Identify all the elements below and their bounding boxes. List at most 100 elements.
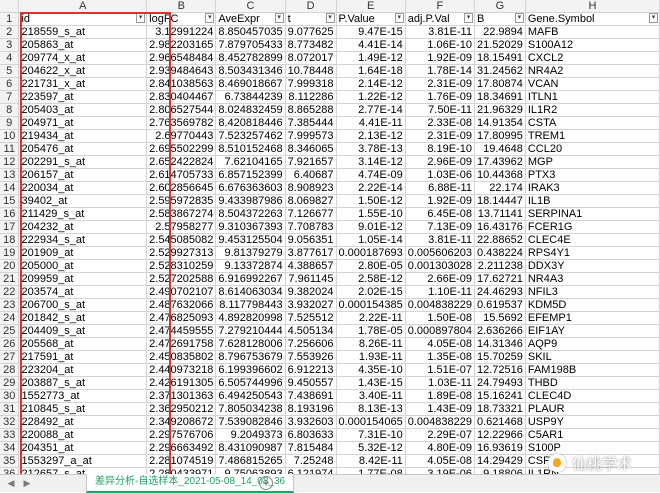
cell[interactable]: 8.112286 — [285, 90, 337, 104]
cell[interactable]: CSTA — [525, 116, 660, 130]
cell[interactable]: 7.31E-10 — [336, 428, 406, 442]
cell[interactable]: 39402_at — [18, 194, 148, 208]
filter-dropdown-icon[interactable]: ▾ — [649, 13, 658, 23]
cell[interactable]: 15.5692 — [474, 311, 526, 325]
cell[interactable]: 7.50E-11 — [405, 103, 475, 117]
row-number[interactable]: 4 — [0, 51, 20, 65]
cell[interactable]: 8.452782899 — [215, 51, 286, 65]
row-number[interactable]: 1 — [0, 12, 20, 26]
cell[interactable]: 4.892820998 — [215, 311, 286, 325]
cell[interactable]: 206157_at — [18, 168, 148, 182]
cell[interactable]: 1.43E-09 — [405, 402, 475, 416]
cell[interactable]: NR4A2 — [525, 64, 660, 78]
cell[interactable]: AQP9 — [525, 337, 660, 351]
row-number[interactable]: 29 — [0, 376, 20, 390]
cell[interactable]: 0.000154065 — [336, 415, 406, 429]
row-number[interactable]: 28 — [0, 363, 20, 377]
cell[interactable]: 9.310367393 — [215, 220, 286, 234]
cell[interactable]: 0.438224 — [474, 246, 526, 260]
cell[interactable]: 15.70259 — [474, 350, 526, 364]
column-header-f[interactable]: F — [405, 0, 475, 13]
cell[interactable]: 1.03E-11 — [405, 376, 475, 390]
cell[interactable]: 2.29E-07 — [405, 428, 475, 442]
row-number[interactable]: 24 — [0, 311, 20, 325]
cell[interactable]: 15.16241 — [474, 389, 526, 403]
cell[interactable]: 14.91354 — [474, 116, 526, 130]
header-cell[interactable]: P.Value ▾ — [336, 12, 406, 26]
cell[interactable]: 7.999573 — [285, 129, 337, 143]
cell[interactable]: 18.15491 — [474, 51, 526, 65]
row-number[interactable]: 9 — [0, 116, 20, 130]
cell[interactable]: 19.4648 — [474, 142, 526, 156]
cell[interactable]: 2.02E-15 — [336, 285, 406, 299]
cell[interactable]: 206700_s_at — [18, 298, 148, 312]
cell[interactable]: 2.211238 — [474, 259, 526, 273]
row-number[interactable]: 19 — [0, 246, 20, 260]
cell[interactable]: 0.621468 — [474, 415, 526, 429]
cell[interactable]: C5AR1 — [525, 428, 660, 442]
cell[interactable]: 3.12991224 — [146, 25, 217, 39]
cell[interactable]: 7.13E-09 — [405, 220, 475, 234]
cell[interactable]: 2.281074519 — [146, 454, 217, 468]
header-cell[interactable]: B ▾ — [474, 12, 526, 26]
row-number[interactable]: 12 — [0, 155, 20, 169]
cell[interactable]: 22.174 — [474, 181, 526, 195]
cell[interactable]: 1.10E-11 — [405, 285, 475, 299]
cell[interactable]: IL1B — [525, 194, 660, 208]
cell[interactable]: 17.80995 — [474, 129, 526, 143]
cell[interactable]: 3.932603 — [285, 415, 337, 429]
cell[interactable]: 0.000154385 — [336, 298, 406, 312]
cell[interactable]: EFEMP1 — [525, 311, 660, 325]
row-number[interactable]: 20 — [0, 259, 20, 273]
cell[interactable]: 2.806527544 — [146, 103, 217, 117]
cell[interactable]: 2.371301363 — [146, 389, 217, 403]
cell[interactable]: RPS4Y1 — [525, 246, 660, 260]
cell[interactable]: DDX3Y — [525, 259, 660, 273]
cell[interactable]: 2.440973218 — [146, 363, 217, 377]
cell[interactable]: 6.916992267 — [215, 272, 286, 286]
cell[interactable]: 7.999318 — [285, 77, 337, 91]
cell[interactable]: 201909_at — [18, 246, 148, 260]
row-number[interactable]: 22 — [0, 285, 20, 299]
cell[interactable]: 2.33E-08 — [405, 116, 475, 130]
cell[interactable]: 1552773_at — [18, 389, 148, 403]
cell[interactable]: 3.932027 — [285, 298, 337, 312]
cell[interactable]: 3.81E-11 — [405, 25, 475, 39]
column-header-g[interactable]: G — [474, 0, 526, 13]
cell[interactable]: 24.46293 — [474, 285, 526, 299]
cell[interactable]: 24.79493 — [474, 376, 526, 390]
cell[interactable]: MGP — [525, 155, 660, 169]
row-number[interactable]: 18 — [0, 233, 20, 247]
cell[interactable]: 14.31346 — [474, 337, 526, 351]
cell[interactable]: 1.35E-08 — [405, 350, 475, 364]
cell[interactable]: EIF1AY — [525, 324, 660, 338]
cell[interactable]: 17.62721 — [474, 272, 526, 286]
header-cell[interactable]: id ▾ — [18, 12, 148, 26]
cell[interactable]: 8.503431346 — [215, 64, 286, 78]
cell[interactable]: 217591_at — [18, 350, 148, 364]
cell[interactable]: 8.193196 — [285, 402, 337, 416]
row-number[interactable]: 25 — [0, 324, 20, 338]
cell[interactable]: 18.73321 — [474, 402, 526, 416]
header-cell[interactable]: AveExpr ▾ — [215, 12, 286, 26]
cell[interactable]: 6.45E-08 — [405, 207, 475, 221]
cell[interactable]: 2.830404467 — [146, 90, 217, 104]
cell[interactable]: 1.49E-12 — [336, 51, 406, 65]
row-number[interactable]: 23 — [0, 298, 20, 312]
cell[interactable]: 1.03E-06 — [405, 168, 475, 182]
cell[interactable]: 2.96E-09 — [405, 155, 475, 169]
cell[interactable]: MAFB — [525, 25, 660, 39]
row-number[interactable]: 11 — [0, 142, 20, 156]
cell[interactable]: 6.912213 — [285, 363, 337, 377]
cell[interactable]: 223204_at — [18, 363, 148, 377]
cell[interactable]: 9.382024 — [285, 285, 337, 299]
header-cell[interactable]: adj.P.Val ▾ — [405, 12, 475, 26]
column-header-h[interactable]: H — [525, 0, 660, 13]
cell[interactable]: 7.961145 — [285, 272, 337, 286]
cell[interactable]: 219434_at — [18, 129, 148, 143]
cell[interactable]: 2.528310259 — [146, 259, 217, 273]
cell[interactable]: 6.40687 — [285, 168, 337, 182]
header-cell[interactable]: t ▾ — [285, 12, 337, 26]
cell[interactable]: 22.88652 — [474, 233, 526, 247]
cell[interactable]: 204232_at — [18, 220, 148, 234]
